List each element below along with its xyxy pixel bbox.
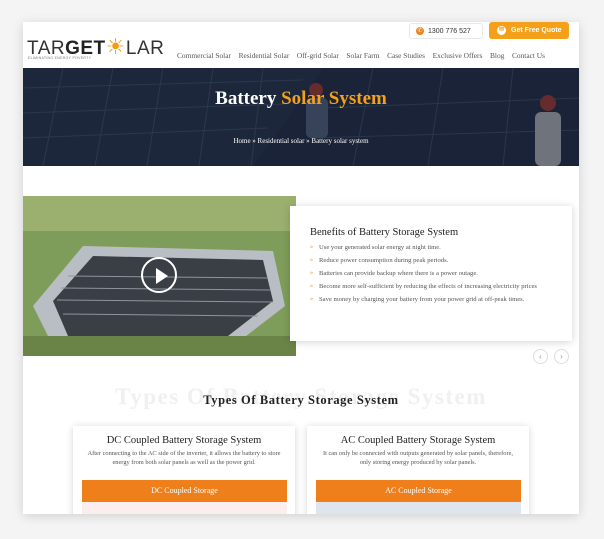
chevron-right-icon: » xyxy=(310,296,313,302)
nav-item-case-studies[interactable]: Case Studies xyxy=(387,51,425,60)
nav-item-blog[interactable]: Blog xyxy=(490,51,504,60)
benefit-text: Reduce power consumption during peak per… xyxy=(319,257,449,264)
page: TARGET☀LAR ELIMINATING ENERGY POVERTY ✆ … xyxy=(23,22,579,514)
dc-coupled-card: DC Coupled Battery Storage System After … xyxy=(73,426,295,514)
battery-facility-video[interactable] xyxy=(23,196,296,356)
benefit-text: Save money by charging your battery from… xyxy=(319,296,525,303)
benefit-item: » Become more self-sufficient by reducing… xyxy=(310,282,554,291)
ac-coupled-card: AC Coupled Battery Storage System It can… xyxy=(307,426,529,514)
hero-overlay xyxy=(23,68,579,166)
dc-coupled-storage-button[interactable]: DC Coupled Storage xyxy=(82,480,287,502)
page-title-highlight: Solar System xyxy=(281,88,387,109)
phone-link[interactable]: ✆ 1300 776 527 xyxy=(409,23,483,39)
nav-item-off-grid-solar[interactable]: Off-grid Solar xyxy=(297,51,339,60)
slider-prev-button[interactable]: ‹ xyxy=(533,349,548,364)
page-title-main: Battery xyxy=(215,88,282,109)
benefit-item: » Reduce power consumption during peak pe… xyxy=(310,256,554,265)
section-title: Types Of Battery Storage System xyxy=(203,393,399,407)
card-image xyxy=(82,502,287,514)
nav-item-contact-us[interactable]: Contact Us xyxy=(512,51,545,60)
page-title: Battery Solar System xyxy=(23,88,579,110)
benefits-title: Benefits of Battery Storage System xyxy=(310,227,459,238)
benefit-text: Use your generated solar energy at night… xyxy=(319,244,441,251)
chevron-right-icon: » xyxy=(310,244,313,250)
nav-item-residential-solar[interactable]: Residential Solar xyxy=(239,51,290,60)
logo-part-lar: LAR xyxy=(125,38,165,59)
get-free-quote-button[interactable]: ✉ Get Free Quote xyxy=(489,22,569,39)
nav-item-exclusive-offers[interactable]: Exclusive Offers xyxy=(433,51,483,60)
chevron-right-icon: » xyxy=(310,270,313,276)
site-logo[interactable]: TARGET☀LAR ELIMINATING ENERGY POVERTY xyxy=(27,30,164,64)
sun-icon: ☀ xyxy=(105,34,126,59)
chevron-right-icon: » xyxy=(310,257,313,263)
phone-number: 1300 776 527 xyxy=(428,27,471,35)
chat-icon: ✉ xyxy=(497,26,506,35)
site-header: TARGET☀LAR ELIMINATING ENERGY POVERTY ✆ … xyxy=(23,22,579,68)
card-title: AC Coupled Battery Storage System xyxy=(340,435,496,446)
card-image xyxy=(316,502,521,514)
phone-icon: ✆ xyxy=(416,27,424,35)
ac-coupled-storage-button[interactable]: AC Coupled Storage xyxy=(316,480,521,502)
logo-tagline: ELIMINATING ENERGY POVERTY xyxy=(28,56,92,60)
benefit-item: » Use your generated solar energy at nigh… xyxy=(310,243,554,252)
nav-item-solar-farm[interactable]: Solar Farm xyxy=(346,51,379,60)
card-description: After connecting to the AC side of the i… xyxy=(87,450,281,466)
play-icon[interactable] xyxy=(141,257,177,293)
benefit-item: » Batteries can provide backup where ther… xyxy=(310,269,554,278)
card-title: DC Coupled Battery Storage System xyxy=(106,435,262,446)
breadcrumb[interactable]: Home » Residential solar » Battery solar… xyxy=(23,137,579,145)
slider-next-button[interactable]: › xyxy=(554,349,569,364)
main-nav: Commercial Solar Residential Solar Off-g… xyxy=(177,51,553,60)
benefits-card: Benefits of Battery Storage System » Use … xyxy=(290,206,572,341)
chevron-right-icon: » xyxy=(310,283,313,289)
benefit-text: Become more self-sufficient by reducing … xyxy=(319,283,537,290)
benefit-text: Batteries can provide backup where there… xyxy=(319,270,478,277)
card-description: It can only be connected with outputs ge… xyxy=(322,450,514,466)
benefit-item: » Save money by charging your battery fro… xyxy=(310,295,554,304)
quote-button-label: Get Free Quote xyxy=(511,27,562,34)
hero-banner: Battery Solar System Home » Residential … xyxy=(23,68,579,166)
nav-item-commercial-solar[interactable]: Commercial Solar xyxy=(177,51,231,60)
